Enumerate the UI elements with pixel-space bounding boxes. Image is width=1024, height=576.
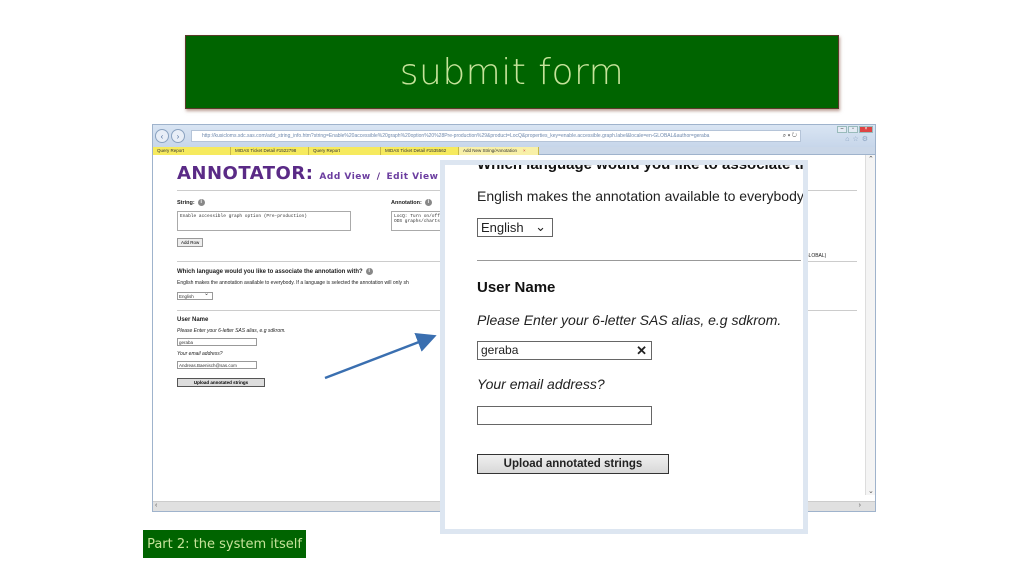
scroll-right-icon[interactable]: › <box>859 502 861 509</box>
email-input[interactable]: Andreas.Baenisch@sas.com <box>177 361 257 369</box>
zoom-language-note: English makes the annotation available t… <box>477 188 803 204</box>
zoom-user-name-heading: User Name <box>477 279 556 296</box>
info-icon[interactable]: i <box>197 199 205 206</box>
scroll-up-icon[interactable]: ⌃ <box>868 155 874 163</box>
tab-close-icon[interactable]: × <box>523 148 526 153</box>
string-label: String: i <box>177 199 351 206</box>
add-row-button[interactable]: Add Row <box>177 238 204 247</box>
upload-button[interactable]: Upload annotated strings <box>177 378 265 387</box>
nav-edit-view[interactable]: Edit View <box>387 172 439 182</box>
tab-query-report-1[interactable]: Query Report <box>153 147 231 155</box>
tab-query-report-2[interactable]: Query Report <box>309 147 381 155</box>
chevron-down-icon: ⌄ <box>535 219 546 234</box>
settings-icon[interactable]: ⚙ <box>862 136 871 143</box>
tab-add-new-string[interactable]: Add New String/Annotation × <box>459 147 539 155</box>
zoom-alias-input[interactable]: geraba ✕ <box>477 341 652 360</box>
zoom-language-question: Which language would you like to associa… <box>477 165 803 173</box>
zoomed-form-callout: Which language would you like to associa… <box>440 160 808 534</box>
zoom-alias-prompt: Please Enter your 6-letter SAS alias, e.… <box>477 312 782 328</box>
browser-tabs: Query Report MIDAS Ticket Detail #152279… <box>153 147 875 155</box>
zoom-language-select[interactable]: English ⌄ <box>477 218 553 237</box>
zoom-email-input[interactable] <box>477 406 652 425</box>
app-name: ANNOTATOR: <box>177 163 314 184</box>
footer-text: Part 2: the system itself <box>147 536 302 552</box>
alias-input[interactable]: geraba <box>177 338 257 346</box>
slide-title: submit form <box>399 51 625 93</box>
address-bar[interactable]: http://kusicloms.sdc.sas.com/add_string_… <box>191 130 801 142</box>
info-icon[interactable]: i <box>424 199 432 206</box>
back-icon[interactable]: ‹ <box>155 129 169 143</box>
scroll-left-icon[interactable]: ‹ <box>155 502 157 509</box>
slide: submit form ‹ › http://kusicloms.sdc.sas… <box>0 0 1024 576</box>
vertical-scrollbar[interactable]: ⌃ ⌄ <box>865 155 875 495</box>
section-footer-label: Part 2: the system itself <box>143 530 306 558</box>
string-textarea[interactable]: Enable accessible graph option (Pre-prod… <box>177 211 351 231</box>
address-url: http://kusicloms.sdc.sas.com/add_string_… <box>202 133 710 139</box>
language-select[interactable]: English <box>177 291 213 300</box>
nav-add-view[interactable]: Add View <box>319 172 370 182</box>
minimize-icon[interactable]: – <box>837 126 847 133</box>
tab-midas-ticket-2[interactable]: MIDAS Ticket Detail #1535562 <box>381 147 459 155</box>
zoom-divider <box>477 260 801 261</box>
window-controls: – ▫ × <box>837 126 873 133</box>
close-icon[interactable]: × <box>859 126 873 133</box>
restore-icon[interactable]: ▫ <box>848 126 858 133</box>
zoom-upload-button[interactable]: Upload annotated strings <box>477 454 669 474</box>
favorites-icon[interactable]: ☆ <box>852 136 861 143</box>
info-icon[interactable]: i <box>365 268 373 275</box>
zoom-email-prompt: Your email address? <box>477 376 605 392</box>
slide-title-banner: submit form <box>185 35 839 109</box>
browser-tool-icons: ⌂☆⚙ <box>845 135 871 143</box>
search-refresh-icon[interactable]: ⌕ ▾ ↻ <box>783 131 797 141</box>
scroll-down-icon[interactable]: ⌄ <box>868 487 874 495</box>
tab-midas-ticket-1[interactable]: MIDAS Ticket Detail #1522798 <box>231 147 309 155</box>
forward-icon[interactable]: › <box>171 129 185 143</box>
clear-icon[interactable]: ✕ <box>636 342 647 359</box>
browser-toolbar: ‹ › http://kusicloms.sdc.sas.com/add_str… <box>153 125 875 147</box>
